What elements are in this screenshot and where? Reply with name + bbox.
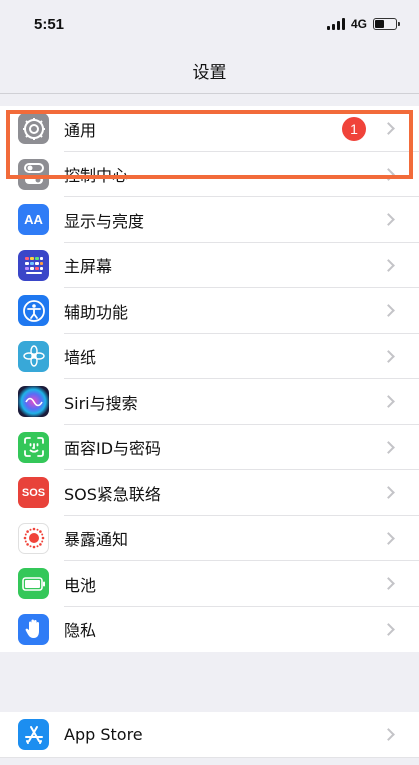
settings-row-exposure-notifications[interactable]: 暴露通知 (0, 516, 419, 561)
home-grid-icon (18, 249, 49, 281)
settings-group-store: App Store (0, 712, 419, 758)
chevron-right-icon (382, 122, 395, 136)
chevron-right-icon (382, 622, 395, 636)
settings-row-label: 控制中心 (64, 166, 129, 186)
notification-badge: 1 (342, 116, 366, 141)
exposure-notification-icon (18, 522, 49, 554)
chevron-right-icon (382, 531, 395, 545)
settings-row-label: 暴露通知 (64, 530, 129, 550)
settings-row-label: SOS紧急联络 (64, 484, 161, 504)
settings-row-label: 电池 (64, 575, 97, 595)
chevron-right-icon (382, 167, 395, 181)
chevron-right-icon (382, 349, 395, 363)
settings-row-label: 显示与亮度 (64, 211, 145, 231)
text-size-icon: AA (18, 204, 49, 236)
chevron-right-icon (382, 486, 395, 500)
battery-icon (18, 568, 49, 600)
toggle-icon (18, 158, 49, 190)
settings-row-label: 主屏幕 (64, 257, 113, 277)
list-bottom-divider (0, 757, 419, 758)
settings-row-general[interactable]: 通用 1 (0, 106, 419, 152)
settings-row-battery[interactable]: 电池 (0, 561, 419, 607)
chevron-right-icon (382, 395, 395, 409)
settings-row-label: 墙纸 (64, 348, 97, 368)
battery-level-fill (375, 20, 384, 28)
settings-row-display-brightness[interactable]: AA 显示与亮度 (0, 197, 419, 243)
chevron-right-icon (382, 728, 395, 742)
settings-row-app-store[interactable]: App Store (0, 712, 419, 758)
settings-row-home-screen[interactable]: 主屏幕 (0, 243, 419, 288)
chevron-right-icon (382, 304, 395, 318)
cellular-signal-icon (326, 18, 345, 30)
status-bar: 5:51 4G (0, 0, 419, 48)
accessibility-icon (18, 295, 49, 327)
settings-row-label: App Store (64, 725, 143, 745)
settings-row-emergency-sos[interactable]: SOS SOS紧急联络 (0, 470, 419, 516)
hand-icon (18, 613, 49, 645)
settings-row-privacy[interactable]: 隐私 (0, 607, 419, 653)
settings-group-main: 通用 1 控制中心 AA 显示与亮度 主屏幕 辅助功能 墙纸 Siri与搜索 面… (0, 106, 419, 652)
chevron-right-icon (382, 577, 395, 591)
nav-divider (0, 93, 419, 94)
settings-row-label: 通用 (64, 120, 97, 140)
app-store-icon (18, 719, 49, 751)
status-time: 5:51 (34, 15, 65, 33)
chevron-right-icon (382, 258, 395, 272)
gear-icon (18, 113, 49, 145)
battery-status-icon (373, 18, 400, 30)
chevron-right-icon (382, 440, 395, 454)
face-id-icon (18, 431, 49, 463)
settings-row-label: 辅助功能 (64, 302, 129, 322)
network-type: 4G (350, 17, 367, 31)
settings-row-face-id-passcode[interactable]: 面容ID与密码 (0, 425, 419, 470)
settings-row-accessibility[interactable]: 辅助功能 (0, 288, 419, 334)
wallpaper-flower-icon (18, 340, 49, 372)
settings-row-siri-search[interactable]: Siri与搜索 (0, 379, 419, 425)
sos-icon: SOS (18, 477, 49, 509)
settings-row-label: Siri与搜索 (64, 393, 138, 413)
settings-row-label: 隐私 (64, 621, 97, 641)
siri-icon (18, 386, 49, 418)
settings-row-label: 面容ID与密码 (64, 439, 162, 459)
settings-row-control-center[interactable]: 控制中心 (0, 152, 419, 197)
status-indicators: 4G (326, 17, 400, 31)
page-title: 设置 (192, 63, 227, 83)
chevron-right-icon (382, 213, 395, 227)
settings-row-wallpaper[interactable]: 墙纸 (0, 334, 419, 379)
